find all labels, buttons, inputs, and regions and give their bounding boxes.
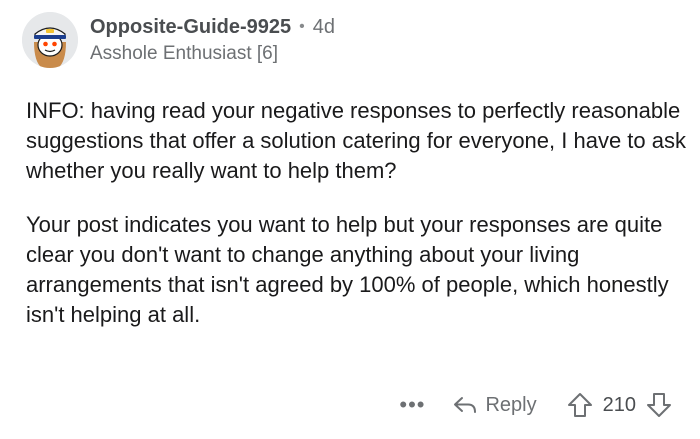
comment-actions: ••• Reply 210: [399, 392, 672, 418]
comment-meta: Opposite-Guide-9925 • 4d Asshole Enthusi…: [90, 15, 335, 66]
comment-body: INFO: having read your negative response…: [26, 96, 686, 330]
downvote-arrow-icon[interactable]: [646, 392, 672, 418]
comment-paragraph: INFO: having read your negative response…: [26, 98, 686, 183]
comment: Opposite-Guide-9925 • 4d Asshole Enthusi…: [0, 0, 700, 439]
reply-label: Reply: [485, 393, 537, 416]
reply-arrow-icon: [454, 397, 477, 413]
username-link[interactable]: Opposite-Guide-9925: [90, 15, 291, 39]
more-options-button[interactable]: •••: [399, 392, 425, 418]
meta-line: Opposite-Guide-9925 • 4d: [90, 15, 335, 39]
comment-paragraph: Your post indicates you want to help but…: [26, 212, 669, 327]
user-avatar[interactable]: [22, 12, 78, 68]
vote-score: 210: [602, 393, 636, 416]
comment-age[interactable]: 4d: [313, 15, 335, 39]
upvote-arrow-icon[interactable]: [567, 392, 593, 418]
meta-separator: •: [299, 17, 305, 35]
user-flair: Asshole Enthusiast [6]: [90, 42, 278, 64]
snoo-avatar-icon: [22, 12, 78, 68]
reply-button[interactable]: Reply: [453, 393, 537, 417]
vote-controls: 210: [567, 392, 672, 418]
comment-header: Opposite-Guide-9925 • 4d Asshole Enthusi…: [22, 12, 335, 68]
